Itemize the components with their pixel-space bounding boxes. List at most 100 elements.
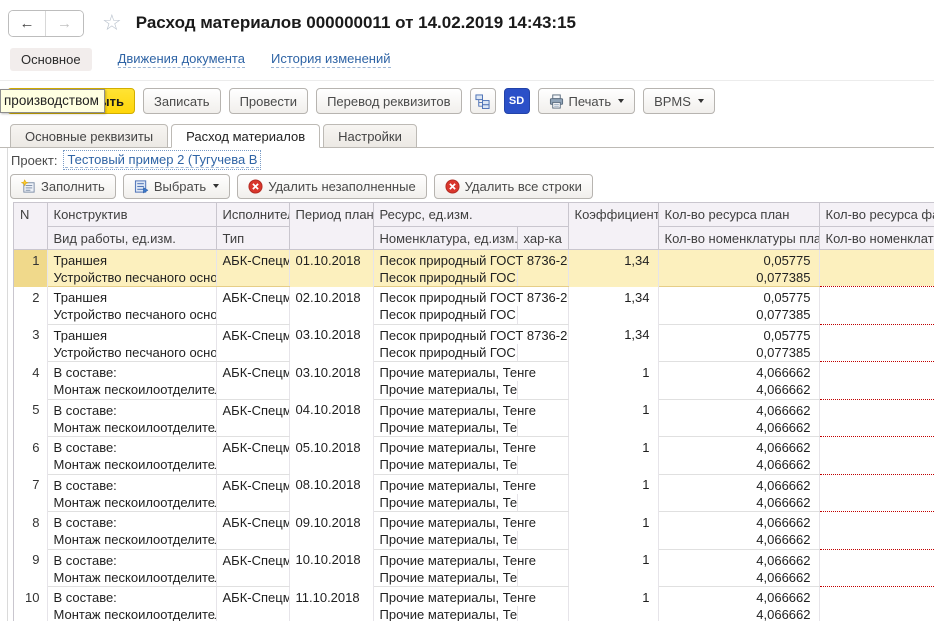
- nomenclature-cell[interactable]: Прочие материалы, Те...: [373, 419, 517, 437]
- fact-resource-cell[interactable]: [819, 549, 934, 569]
- plan-nomenclature-cell[interactable]: 4,066662: [658, 606, 819, 621]
- col-resource[interactable]: Ресурс, ед.изм.: [373, 203, 568, 226]
- fact-nomenclature-cell[interactable]: [819, 569, 934, 587]
- executor-cell[interactable]: АБК-Спецм...: [216, 587, 289, 607]
- constructive-cell[interactable]: Траншея: [47, 324, 216, 344]
- work-type-cell[interactable]: Монтаж пескоилоотделителя...: [47, 419, 216, 437]
- plan-nomenclature-cell[interactable]: 4,066662: [658, 531, 819, 549]
- col-nomenclature[interactable]: Номенклатура, ед.изм.: [373, 226, 517, 249]
- fact-resource-cell[interactable]: [819, 399, 934, 419]
- fact-resource-cell[interactable]: [819, 362, 934, 382]
- fact-resource-cell[interactable]: [819, 437, 934, 457]
- coefficient-cell[interactable]: 1: [568, 437, 658, 475]
- col-n[interactable]: N: [14, 203, 47, 249]
- constructive-cell[interactable]: Траншея: [47, 287, 216, 307]
- table-row[interactable]: Монтаж пескоилоотделителя... Прочие мате…: [14, 606, 934, 621]
- executor-cell[interactable]: АБК-Спецм...: [216, 287, 289, 307]
- fact-nomenclature-cell[interactable]: [819, 531, 934, 549]
- coefficient-cell[interactable]: 1: [568, 474, 658, 512]
- row-number-cell[interactable]: 9: [14, 549, 47, 587]
- sd-button[interactable]: SD: [504, 88, 530, 114]
- constructive-cell[interactable]: Траншея: [47, 249, 216, 269]
- type-cell[interactable]: [216, 419, 289, 437]
- work-type-cell[interactable]: Монтаж пескоилоотделителя...: [47, 569, 216, 587]
- period-cell[interactable]: 03.10.2018: [289, 362, 373, 400]
- resource-cell[interactable]: Прочие материалы, Тенге: [373, 437, 568, 457]
- table-row[interactable]: 1 Траншея АБК-Спецм... 01.10.2018 Песок …: [14, 249, 934, 269]
- table-row[interactable]: 6 В составе: АБК-Спецм... 05.10.2018 Про…: [14, 437, 934, 457]
- executor-cell[interactable]: АБК-Спецм...: [216, 549, 289, 569]
- fact-nomenclature-cell[interactable]: [819, 494, 934, 512]
- type-cell[interactable]: [216, 381, 289, 399]
- col-fact-resource[interactable]: Кол-во ресурса факт: [819, 203, 934, 226]
- type-cell[interactable]: [216, 569, 289, 587]
- period-cell[interactable]: 05.10.2018: [289, 437, 373, 475]
- fill-button[interactable]: Заполнить: [10, 174, 116, 199]
- plan-nomenclature-cell[interactable]: 4,066662: [658, 381, 819, 399]
- period-cell[interactable]: 01.10.2018: [289, 249, 373, 287]
- resource-cell[interactable]: Прочие материалы, Тенге: [373, 587, 568, 607]
- row-number-cell[interactable]: 3: [14, 324, 47, 362]
- plan-nomenclature-cell[interactable]: 4,066662: [658, 419, 819, 437]
- plan-nomenclature-cell[interactable]: 4,066662: [658, 569, 819, 587]
- col-fact-nomenclature[interactable]: Кол-во номенклатуры: [819, 226, 934, 249]
- row-number-cell[interactable]: 4: [14, 362, 47, 400]
- nomenclature-cell[interactable]: Прочие материалы, Те...: [373, 494, 517, 512]
- period-cell[interactable]: 10.10.2018: [289, 549, 373, 587]
- plan-resource-cell[interactable]: 4,066662: [658, 399, 819, 419]
- resource-cell[interactable]: Прочие материалы, Тенге: [373, 549, 568, 569]
- fact-resource-cell[interactable]: [819, 249, 934, 269]
- print-button[interactable]: Печать: [538, 88, 636, 114]
- coefficient-cell[interactable]: 1: [568, 362, 658, 400]
- table-row[interactable]: Монтаж пескоилоотделителя... Прочие мате…: [14, 569, 934, 587]
- fact-resource-cell[interactable]: [819, 287, 934, 307]
- row-number-cell[interactable]: 6: [14, 437, 47, 475]
- coefficient-cell[interactable]: 1: [568, 512, 658, 550]
- transfer-requisites-button[interactable]: Перевод реквизитов: [316, 88, 461, 114]
- plan-resource-cell[interactable]: 4,066662: [658, 437, 819, 457]
- table-row[interactable]: Монтаж пескоилоотделителя... Прочие мате…: [14, 531, 934, 549]
- nomenclature-cell[interactable]: Прочие материалы, Те...: [373, 381, 517, 399]
- row-number-cell[interactable]: 7: [14, 474, 47, 512]
- constructive-cell[interactable]: В составе:: [47, 399, 216, 419]
- table-row[interactable]: 3 Траншея АБК-Спецм... 03.10.2018 Песок …: [14, 324, 934, 344]
- work-type-cell[interactable]: Монтаж пескоилоотделителя...: [47, 494, 216, 512]
- fact-resource-cell[interactable]: [819, 512, 934, 532]
- fact-nomenclature-cell[interactable]: [819, 269, 934, 287]
- resource-cell[interactable]: Прочие материалы, Тенге: [373, 474, 568, 494]
- delete-all-rows-button[interactable]: Удалить все строки: [434, 174, 593, 199]
- fact-resource-cell[interactable]: [819, 587, 934, 607]
- table-row[interactable]: Устройство песчаного основ... Песок прир…: [14, 344, 934, 362]
- plan-resource-cell[interactable]: 0,05775: [658, 324, 819, 344]
- subtab-main-requisites[interactable]: Основные реквизиты: [10, 124, 168, 148]
- table-row[interactable]: 8 В составе: АБК-Спецм... 09.10.2018 Про…: [14, 512, 934, 532]
- work-type-cell[interactable]: Устройство песчаного основ...: [47, 306, 216, 324]
- plan-resource-cell[interactable]: 4,066662: [658, 512, 819, 532]
- resource-cell[interactable]: Прочие материалы, Тенге: [373, 362, 568, 382]
- constructive-cell[interactable]: В составе:: [47, 512, 216, 532]
- col-period[interactable]: Период плана: [289, 203, 373, 249]
- fact-nomenclature-cell[interactable]: [819, 456, 934, 474]
- executor-cell[interactable]: АБК-Спецм...: [216, 249, 289, 269]
- fact-resource-cell[interactable]: [819, 474, 934, 494]
- row-number-cell[interactable]: 2: [14, 287, 47, 325]
- fact-nomenclature-cell[interactable]: [819, 606, 934, 621]
- work-type-cell[interactable]: Устройство песчаного основ...: [47, 269, 216, 287]
- plan-resource-cell[interactable]: 4,066662: [658, 549, 819, 569]
- plan-resource-cell[interactable]: 4,066662: [658, 474, 819, 494]
- plan-resource-cell[interactable]: 4,066662: [658, 362, 819, 382]
- col-characteristic[interactable]: хар-ка: [517, 226, 568, 249]
- characteristic-cell[interactable]: [517, 531, 568, 549]
- constructive-cell[interactable]: В составе:: [47, 362, 216, 382]
- fact-nomenclature-cell[interactable]: [819, 381, 934, 399]
- select-button[interactable]: Выбрать: [123, 174, 230, 199]
- characteristic-cell[interactable]: [517, 569, 568, 587]
- period-cell[interactable]: 08.10.2018: [289, 474, 373, 512]
- table-row[interactable]: 5 В составе: АБК-Спецм... 04.10.2018 Про…: [14, 399, 934, 419]
- table-row[interactable]: Устройство песчаного основ... Песок прир…: [14, 269, 934, 287]
- table-row[interactable]: 4 В составе: АБК-Спецм... 03.10.2018 Про…: [14, 362, 934, 382]
- type-cell[interactable]: [216, 269, 289, 287]
- table-row[interactable]: 10 В составе: АБК-Спецм... 11.10.2018 Пр…: [14, 587, 934, 607]
- type-cell[interactable]: [216, 306, 289, 324]
- characteristic-cell[interactable]: [517, 344, 568, 362]
